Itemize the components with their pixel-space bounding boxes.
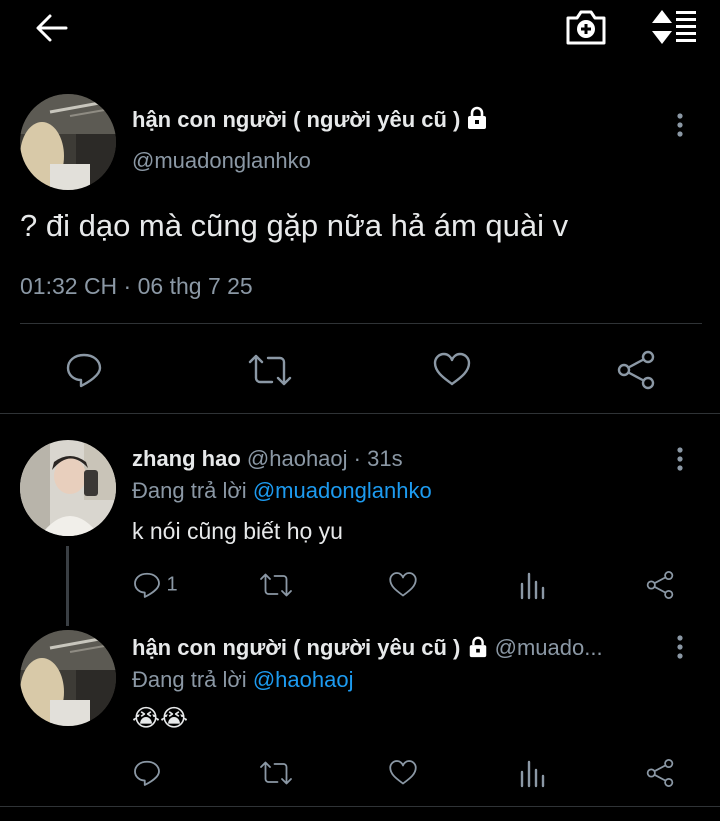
sort-lines-icon — [652, 10, 696, 44]
sort-button[interactable] — [650, 8, 698, 46]
retweet-icon — [260, 573, 292, 597]
replying-to-line: Đang trả lời @muadonglanhko — [132, 478, 432, 504]
reply-author-row: hận con người ( người yêu cũ ) @muado... — [132, 635, 657, 661]
reply-button[interactable]: 1 — [132, 570, 192, 600]
back-button[interactable] — [30, 8, 74, 48]
divider — [0, 413, 720, 414]
more-vertical-icon — [677, 447, 683, 471]
reply-icon — [66, 353, 102, 388]
views-button[interactable] — [518, 758, 546, 788]
thread-line — [66, 546, 69, 626]
share-icon — [646, 571, 674, 599]
camera-button[interactable] — [564, 8, 608, 46]
display-name[interactable]: zhang hao — [132, 446, 241, 471]
heart-icon — [433, 352, 471, 386]
more-options-button[interactable] — [670, 446, 690, 474]
retweet-button[interactable] — [258, 570, 294, 600]
reply-text: 😭😭 — [132, 705, 189, 732]
avatar[interactable] — [20, 94, 116, 190]
lock-icon — [467, 106, 486, 129]
replying-to-line: Đang trả lời @haohaoj — [132, 667, 353, 693]
reply-time: · 31s — [353, 446, 403, 471]
reply-button[interactable] — [132, 758, 162, 788]
more-options-button[interactable] — [670, 112, 690, 140]
share-icon — [617, 350, 655, 390]
replying-prefix: Đang trả lời — [132, 478, 247, 503]
retweet-button[interactable] — [246, 350, 294, 390]
avatar-image — [20, 440, 116, 536]
handle[interactable]: @muado... — [495, 635, 603, 660]
reply-text: k nói cũng biết họ yu — [132, 518, 343, 544]
share-icon — [646, 759, 674, 787]
replying-to-link[interactable]: @haohaoj — [253, 667, 354, 692]
tweet-timestamp[interactable]: 01:32 CH · 06 thg 7 25 — [20, 273, 253, 300]
retweet-icon — [260, 761, 292, 785]
tweet-author-row: hận con người ( người yêu cũ ) — [132, 106, 672, 138]
handle[interactable]: @haohaoj — [247, 446, 348, 471]
divider — [20, 323, 702, 324]
like-button[interactable] — [388, 570, 418, 600]
more-options-button[interactable] — [670, 634, 690, 662]
replying-prefix: Đang trả lời — [132, 667, 247, 692]
views-button[interactable] — [518, 570, 546, 600]
heart-icon — [389, 572, 417, 597]
avatar[interactable] — [20, 630, 116, 726]
tweet-text: ? đi dạo mà cũng gặp nữa hả ám quài v — [20, 208, 569, 243]
reply-icon — [134, 572, 160, 598]
share-button[interactable] — [644, 570, 676, 600]
more-vertical-icon — [677, 113, 683, 137]
display-name[interactable]: hận con người ( người yêu cũ ) — [132, 635, 460, 660]
arrow-left-icon — [36, 14, 68, 42]
share-button[interactable] — [644, 758, 676, 788]
like-button[interactable] — [388, 758, 418, 788]
more-vertical-icon — [677, 635, 683, 659]
divider — [0, 806, 720, 807]
reply-count: 1 — [166, 573, 178, 596]
like-button[interactable] — [432, 350, 472, 390]
replying-to-link[interactable]: @muadonglanhko — [253, 478, 432, 503]
bar-chart-icon — [520, 760, 545, 788]
display-name[interactable]: hận con người ( người yêu cũ ) — [132, 107, 460, 132]
camera-add-icon — [566, 10, 606, 45]
bar-chart-icon — [520, 572, 545, 600]
share-button[interactable] — [614, 350, 658, 390]
avatar-image — [20, 94, 116, 190]
retweet-button[interactable] — [258, 758, 294, 788]
avatar-image — [20, 630, 116, 726]
heart-icon — [389, 760, 417, 785]
avatar[interactable] — [20, 440, 116, 536]
lock-icon — [469, 636, 486, 658]
reply-icon — [134, 760, 160, 786]
reply-author-row: zhang hao @haohaoj · 31s — [132, 446, 652, 472]
reply-button[interactable] — [64, 350, 104, 390]
retweet-icon — [248, 354, 292, 386]
handle[interactable]: @muadonglanhko — [132, 148, 311, 174]
